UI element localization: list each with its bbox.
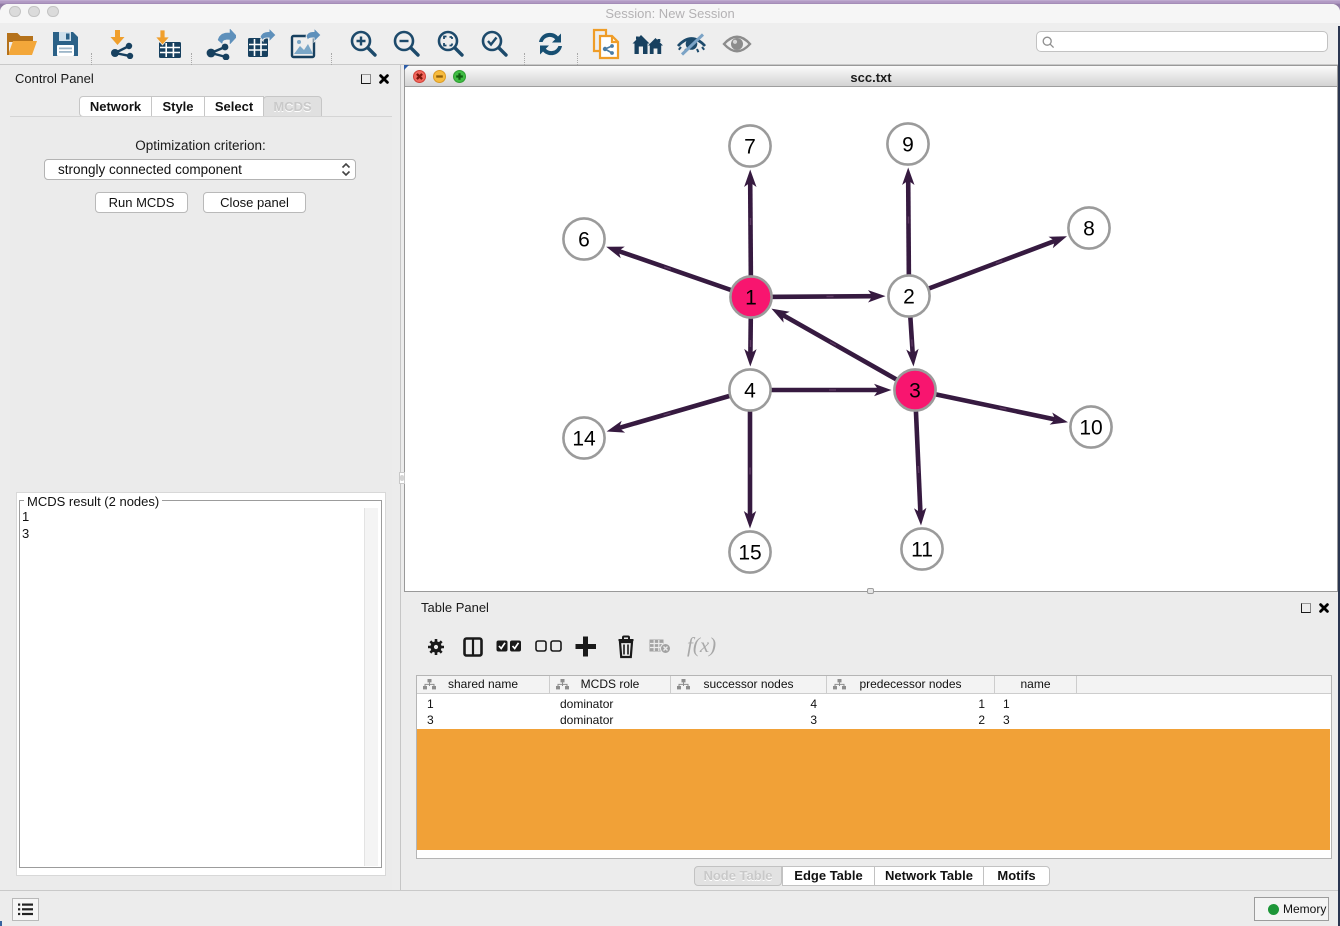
- svg-text:10: 10: [1079, 417, 1102, 440]
- svg-text:11: 11: [911, 539, 933, 562]
- svg-text:8: 8: [1083, 218, 1095, 241]
- svg-text:7: 7: [744, 136, 756, 159]
- svg-text:2: 2: [903, 286, 915, 309]
- svg-text:6: 6: [578, 229, 590, 252]
- svg-text:1: 1: [745, 287, 757, 310]
- svg-text:3: 3: [909, 380, 921, 403]
- svg-text:14: 14: [572, 428, 596, 451]
- svg-text:9: 9: [902, 134, 914, 157]
- svg-text:15: 15: [738, 542, 761, 565]
- svg-text:4: 4: [744, 380, 756, 403]
